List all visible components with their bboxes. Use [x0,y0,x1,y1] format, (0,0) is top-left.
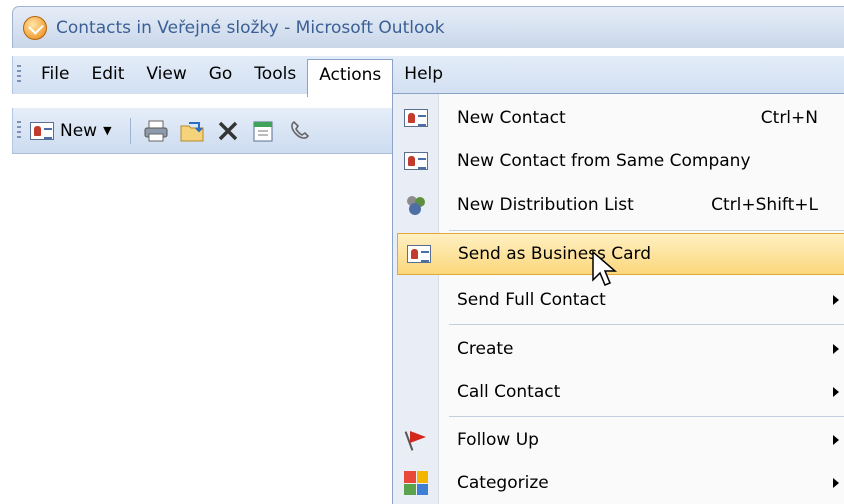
menu-item-new-distribution-list[interactable]: New Distribution List Ctrl+Shift+L [393,184,844,226]
menu-file[interactable]: File [30,59,80,91]
distribution-list-icon [404,193,428,217]
menu-item-label: Follow Up [457,430,539,450]
menu-item-new-contact[interactable]: New Contact Ctrl+N [393,97,844,139]
mouse-pointer-icon [592,250,618,286]
menu-item-label: Send as Business Card [458,244,652,264]
menu-separator [449,324,844,325]
delete-icon[interactable] [213,118,243,144]
toolbar-separator [129,117,131,144]
menu-separator [449,230,844,231]
menubar-grip-handle[interactable] [17,65,21,85]
window-title-bar: Contacts in Veřejné složky - Microsoft O… [12,6,844,48]
contact-card-icon [404,109,428,127]
submenu-arrow-icon [833,295,839,305]
menu-item-label: New Contact from Same Company [457,151,751,171]
categorize-icon [404,471,428,495]
menu-item-follow-up[interactable]: Follow Up [393,419,844,461]
toolbar-grip-handle[interactable] [17,120,21,141]
phone-icon[interactable] [285,118,315,144]
chevron-down-icon[interactable]: ▼ [103,124,111,137]
menu-item-categorize[interactable]: Categorize [393,462,844,504]
menu-item-shortcut: Ctrl+Shift+L [711,195,818,215]
menu-go[interactable]: Go [198,59,244,91]
menu-help[interactable]: Help [393,59,454,91]
move-to-folder-icon[interactable] [177,118,207,144]
menu-item-call-contact[interactable]: Call Contact [393,371,844,413]
outlook-icon [23,15,47,40]
business-card-icon [407,245,431,263]
submenu-arrow-icon [833,435,839,445]
menu-item-label: Call Contact [457,382,561,402]
menu-item-label: New Distribution List [457,195,634,215]
menu-item-create[interactable]: Create [393,328,844,370]
window-title: Contacts in Veřejné složky - Microsoft O… [56,17,445,38]
actions-dropdown-menu: New Contact Ctrl+N New Contact from Same… [392,93,844,504]
menu-item-label: New Contact [457,108,566,128]
contact-card-icon [30,121,54,140]
menu-item-label: Send Full Contact [457,290,606,310]
new-button-label: New [60,120,98,141]
menu-tools[interactable]: Tools [243,59,307,91]
address-book-icon[interactable] [249,118,279,144]
menu-edit[interactable]: Edit [80,59,135,91]
menu-item-label: Categorize [457,473,549,493]
new-button[interactable]: New ▼ [30,121,112,141]
menu-item-shortcut: Ctrl+N [760,108,818,128]
menu-separator [449,416,844,417]
contact-card-icon [404,152,428,170]
menu-view[interactable]: View [135,59,197,91]
menu-item-new-contact-same-company[interactable]: New Contact from Same Company [393,140,844,182]
menu-actions[interactable]: Actions [307,59,394,97]
menu-item-label: Create [457,339,514,359]
flag-icon [405,429,427,451]
submenu-arrow-icon [833,478,839,488]
submenu-arrow-icon [833,387,839,397]
submenu-arrow-icon [833,344,839,354]
print-icon[interactable] [141,118,171,144]
menu-bar: File Edit View Go Tools Actions Help [12,56,844,97]
